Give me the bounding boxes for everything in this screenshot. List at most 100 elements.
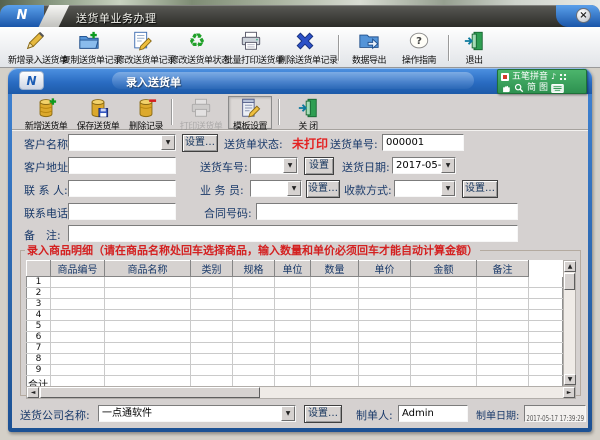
keyboard-icon[interactable] (551, 78, 564, 97)
grid-cell[interactable] (275, 365, 311, 376)
grid-cell[interactable] (275, 354, 311, 365)
toolbar-button-batch-print[interactable]: 批量打印送货单 (224, 30, 278, 66)
grid-cell[interactable] (275, 310, 311, 321)
grid-cell[interactable] (51, 288, 105, 299)
contract-no-input[interactable] (256, 203, 518, 220)
grid-cell[interactable] (105, 310, 191, 321)
button-delete-record[interactable]: 删除记录 (126, 96, 166, 129)
vehicle-no-combo[interactable]: ▼ (250, 157, 298, 174)
grid-cell[interactable] (191, 277, 233, 288)
company-combo[interactable]: 一点通软件 ▼ (98, 405, 296, 422)
grid-cell[interactable] (311, 354, 359, 365)
grid-cell[interactable] (411, 299, 477, 310)
salesman-settings-button[interactable]: 设置… (306, 180, 340, 198)
button-close[interactable]: 关 闭 (286, 96, 330, 129)
ime-simplified-toggle[interactable]: 简 (527, 83, 536, 93)
hand-icon[interactable] (501, 78, 511, 97)
horizontal-scrollbar[interactable]: ◄ ► (26, 386, 576, 399)
toolbar-button-export[interactable]: 数据导出 (346, 30, 392, 66)
grid-cell[interactable] (411, 310, 477, 321)
contact-input[interactable] (68, 180, 176, 197)
grid-cell[interactable] (105, 299, 191, 310)
grid-cell[interactable] (51, 310, 105, 321)
grid-cell[interactable] (359, 310, 411, 321)
grid-cell[interactable] (105, 354, 191, 365)
grid-cell[interactable] (411, 321, 477, 332)
customer-address-input[interactable] (68, 157, 176, 174)
toolbar-button-delete-record[interactable]: 删除送货单记录 (278, 30, 332, 66)
button-new-delivery-order[interactable]: 新增送货单 (22, 96, 70, 129)
scroll-left-icon[interactable]: ◄ (27, 387, 39, 398)
vertical-scrollbar[interactable]: ▲ ▼ (563, 260, 576, 386)
remark-input[interactable] (68, 225, 518, 242)
grid-cell[interactable] (359, 343, 411, 354)
grid-cell[interactable] (191, 321, 233, 332)
maker-input[interactable] (398, 405, 468, 422)
grid-cell[interactable] (359, 354, 411, 365)
grid-cell[interactable] (275, 332, 311, 343)
scroll-down-icon[interactable]: ▼ (564, 374, 576, 385)
grid-cell[interactable] (191, 299, 233, 310)
grid-cell[interactable] (191, 310, 233, 321)
magnifier-icon[interactable] (514, 78, 524, 97)
grid-cell[interactable] (311, 343, 359, 354)
order-no-input[interactable] (382, 134, 464, 151)
grid-cell[interactable] (233, 321, 275, 332)
grid-cell[interactable] (191, 288, 233, 299)
customer-settings-button[interactable]: 设置… (182, 134, 218, 152)
company-settings-button[interactable]: 设置… (304, 405, 342, 423)
grid-cell[interactable] (411, 365, 477, 376)
grid-cell[interactable] (477, 288, 529, 299)
button-template-settings[interactable]: 模板设置 (228, 96, 272, 129)
vehicle-settings-button[interactable]: 设置 (304, 157, 334, 175)
grid-cell[interactable] (359, 321, 411, 332)
grid-cell[interactable] (311, 288, 359, 299)
grid-cell[interactable] (105, 321, 191, 332)
grid-cell[interactable] (275, 277, 311, 288)
ime-symbol-toggle[interactable]: 图 (539, 83, 548, 93)
grid-cell[interactable] (233, 343, 275, 354)
grid-cell[interactable] (51, 277, 105, 288)
grid-cell[interactable] (191, 343, 233, 354)
grid-cell[interactable] (477, 299, 529, 310)
horizontal-scroll-thumb[interactable] (40, 387, 260, 398)
grid-cell[interactable] (51, 354, 105, 365)
grid-cell[interactable] (477, 332, 529, 343)
grid-cell[interactable] (311, 332, 359, 343)
grid-cell[interactable] (275, 343, 311, 354)
grid-cell[interactable] (51, 365, 105, 376)
toolbar-button-exit[interactable]: 退出 (456, 30, 492, 66)
grid-cell[interactable] (191, 354, 233, 365)
grid-cell[interactable] (105, 365, 191, 376)
grid-cell[interactable] (411, 288, 477, 299)
grid-cell[interactable] (311, 321, 359, 332)
grid-cell[interactable] (105, 332, 191, 343)
ime-state-icon[interactable] (501, 73, 509, 81)
toolbar-button-help[interactable]: ? 操作指南 (396, 30, 442, 66)
grid-cell[interactable] (275, 288, 311, 299)
grid-cell[interactable] (359, 277, 411, 288)
grid-cell[interactable] (233, 310, 275, 321)
scroll-up-icon[interactable]: ▲ (564, 261, 576, 272)
grid-cell[interactable] (233, 299, 275, 310)
grid-cell[interactable] (359, 332, 411, 343)
toolbar-button-copy-record[interactable]: 复制送货单记录 (62, 30, 116, 66)
grid-cell[interactable] (233, 277, 275, 288)
grid-cell[interactable] (311, 365, 359, 376)
grid-cell[interactable] (359, 365, 411, 376)
outer-close-button[interactable]: × (576, 8, 591, 23)
grid-cell[interactable] (411, 277, 477, 288)
grid-cell[interactable] (51, 343, 105, 354)
grid-cell[interactable] (51, 299, 105, 310)
grid-cell[interactable] (311, 299, 359, 310)
grid-cell[interactable] (411, 332, 477, 343)
grid-cell[interactable] (233, 365, 275, 376)
grid-cell[interactable] (411, 343, 477, 354)
grid-cell[interactable] (477, 354, 529, 365)
toolbar-button-new-entry[interactable]: 新增录入送货单 (8, 30, 62, 66)
grid-cell[interactable] (233, 354, 275, 365)
grid-cell[interactable] (311, 277, 359, 288)
salesman-combo[interactable]: ▼ (250, 180, 302, 197)
grid-cell[interactable] (233, 288, 275, 299)
grid-cell[interactable] (233, 332, 275, 343)
